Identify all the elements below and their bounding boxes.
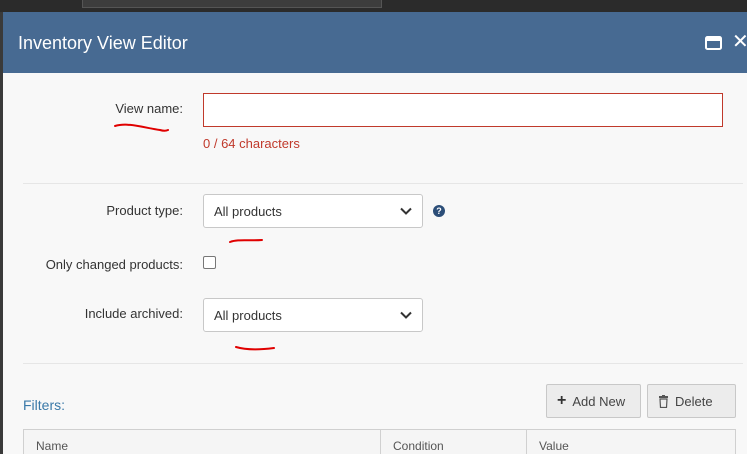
filters-label: Filters:	[23, 397, 65, 413]
only-changed-checkbox[interactable]	[203, 256, 216, 269]
column-header-value[interactable]: Value	[526, 430, 737, 454]
help-icon[interactable]: ?	[433, 205, 445, 217]
close-icon[interactable]: ✕	[732, 31, 747, 53]
dialog-content: View name: 0 / 64 characters Product typ…	[3, 73, 747, 454]
background-app-strip	[0, 0, 747, 12]
only-changed-label: Only changed products:	[45, 257, 183, 272]
trash-icon	[659, 394, 668, 408]
add-new-button[interactable]: + Add New	[546, 384, 641, 418]
include-archived-label: Include archived:	[84, 306, 183, 321]
column-header-name[interactable]: Name	[24, 430, 380, 454]
chevron-down-icon	[400, 207, 412, 215]
include-archived-value: All products	[214, 307, 282, 323]
product-type-select[interactable]: All products	[203, 194, 423, 228]
add-new-label: Add New	[572, 393, 626, 409]
section-divider	[23, 183, 743, 184]
view-name-input[interactable]	[203, 93, 723, 127]
dialog-title: Inventory View Editor	[18, 33, 188, 53]
filters-table-header: Name Condition Value	[23, 429, 736, 454]
char-count: 0 / 64 characters	[203, 136, 300, 151]
background-field-fragment	[82, 0, 382, 8]
maximize-icon[interactable]	[703, 34, 723, 52]
view-name-label: View name:	[115, 101, 183, 116]
section-divider	[23, 363, 743, 364]
column-header-condition[interactable]: Condition	[380, 430, 526, 454]
chevron-down-icon	[400, 311, 412, 319]
delete-button[interactable]: Delete	[647, 384, 736, 418]
plus-icon: +	[557, 392, 567, 409]
dialog-titlebar: Inventory View Editor ✕	[3, 12, 747, 73]
product-type-value: All products	[214, 203, 282, 219]
inventory-view-editor-dialog: Inventory View Editor ✕ View name: 0 / 6…	[3, 12, 747, 454]
delete-label: Delete	[675, 393, 713, 409]
product-type-label: Product type:	[106, 203, 183, 218]
include-archived-select[interactable]: All products	[203, 298, 423, 332]
